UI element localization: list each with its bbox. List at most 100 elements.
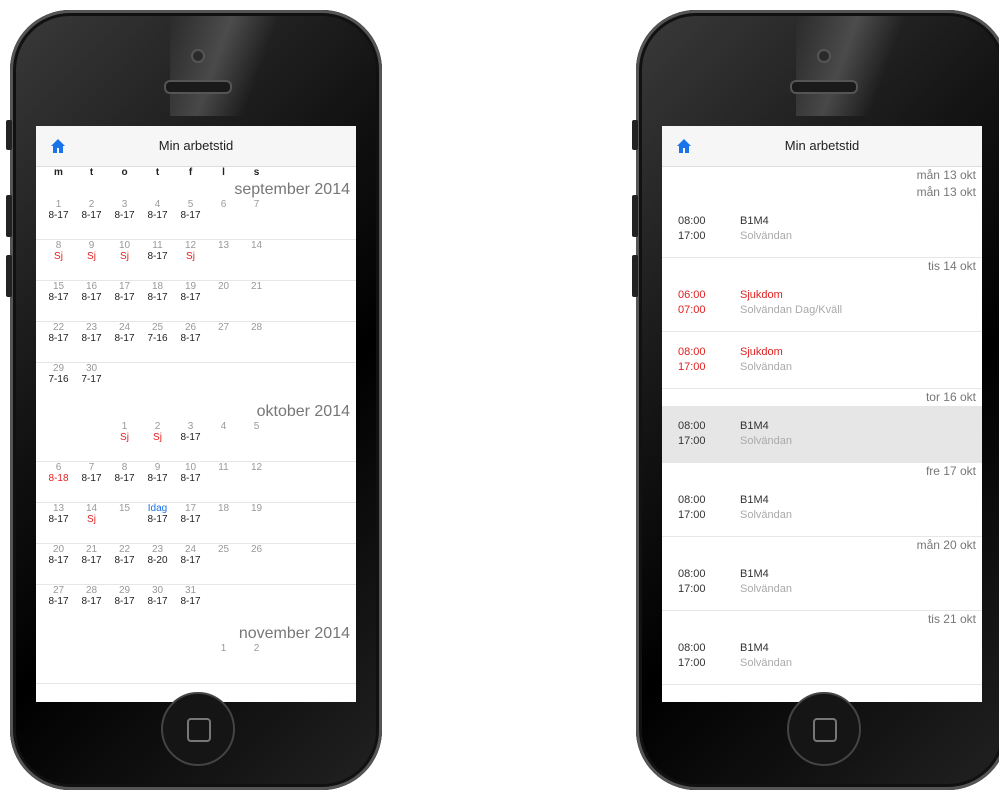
day-number: 19	[250, 503, 263, 514]
calendar-day[interactable]: 1 Sj	[108, 421, 141, 461]
calendar-day[interactable]: 19 8-17	[174, 281, 207, 321]
day-shift: 8-17	[147, 514, 168, 525]
calendar-day[interactable]: 3 8-17	[108, 199, 141, 239]
calendar-day[interactable]: 20 8-17	[42, 544, 75, 584]
calendar-day[interactable]: 24 8-17	[174, 544, 207, 584]
calendar-day[interactable]: 15	[108, 503, 141, 543]
calendar-day[interactable]: 6 8-18	[42, 462, 75, 502]
calendar-day[interactable]: 4 8-17	[141, 199, 174, 239]
calendar-day[interactable]: 8 8-17	[108, 462, 141, 502]
calendar-day[interactable]: 13	[207, 240, 240, 280]
shift-row[interactable]: 08:00 17:00 B1M4 Solvändan	[662, 406, 982, 463]
day-number: 17	[184, 503, 197, 514]
calendar-day[interactable]: 8 Sj	[42, 240, 75, 280]
calendar-day[interactable]: 27 8-17	[42, 585, 75, 625]
calendar-day[interactable]: 29 8-17	[108, 585, 141, 625]
calendar-day[interactable]: 26 8-17	[174, 322, 207, 362]
calendar-day[interactable]: 11 8-17	[141, 240, 174, 280]
calendar-day[interactable]: 10 Sj	[108, 240, 141, 280]
shift-row[interactable]: 08:00 17:00 B1M4 Solvändan	[662, 201, 982, 258]
day-shift: 8-17	[48, 514, 69, 525]
calendar-day[interactable]: 22 8-17	[42, 322, 75, 362]
earpiece-speaker	[164, 80, 232, 94]
silent-switch	[632, 120, 638, 150]
volume-up-button	[6, 195, 12, 237]
calendar-day[interactable]: 2	[240, 643, 273, 683]
silent-switch	[6, 120, 12, 150]
home-button[interactable]	[161, 692, 235, 766]
shift-info: B1M4 Solvändan	[740, 214, 792, 244]
shift-info: B1M4 Solvändan	[740, 493, 792, 523]
calendar-day[interactable]: 18 8-17	[141, 281, 174, 321]
shift-row[interactable]: 06:00 07:00 Sjukdom Solvändan Dag/Kväll	[662, 275, 982, 332]
calendar-day[interactable]: 1	[207, 643, 240, 683]
calendar-day[interactable]: 7	[240, 199, 273, 239]
calendar-day[interactable]: 12 Sj	[174, 240, 207, 280]
day-number: 13	[217, 240, 230, 251]
day-shift: 8-17	[114, 333, 135, 344]
calendar-day[interactable]: 14	[240, 240, 273, 280]
calendar-day[interactable]: 20	[207, 281, 240, 321]
calendar-day[interactable]: 4	[207, 421, 240, 461]
calendar-day[interactable]: 18	[207, 503, 240, 543]
shift-row[interactable]: 08:00 17:00 B1M4 Solvändan	[662, 628, 982, 685]
day-shift: 8-17	[147, 292, 168, 303]
day-number: 12	[250, 462, 263, 473]
day-number: 21	[250, 281, 263, 292]
calendar-day[interactable]: 14 Sj	[75, 503, 108, 543]
calendar-day[interactable]: 5 8-17	[174, 199, 207, 239]
calendar-day[interactable]: 11	[207, 462, 240, 502]
calendar-day[interactable]: 28 8-17	[75, 585, 108, 625]
calendar-day[interactable]: 1 8-17	[42, 199, 75, 239]
shift-row[interactable]: 08:00 17:00 Sjukdom Solvändan	[662, 332, 982, 389]
calendar-day[interactable]: 29 7-16	[42, 363, 75, 403]
calendar-day[interactable]: 23 8-20	[141, 544, 174, 584]
calendar-day[interactable]: 12	[240, 462, 273, 502]
day-shift: 8-17	[180, 596, 201, 607]
calendar-day[interactable]: 21	[240, 281, 273, 321]
calendar-day[interactable]: 19	[240, 503, 273, 543]
calendar-day[interactable]: 27	[207, 322, 240, 362]
calendar-day[interactable]: 6	[207, 199, 240, 239]
calendar-day	[75, 643, 108, 683]
calendar-day[interactable]: 13 8-17	[42, 503, 75, 543]
calendar-day[interactable]: 25 7-16	[141, 322, 174, 362]
day-number: 10	[118, 240, 131, 251]
calendar-day[interactable]: Idag 8-17	[141, 503, 174, 543]
calendar-day[interactable]: 21 8-17	[75, 544, 108, 584]
home-button[interactable]	[787, 692, 861, 766]
calendar-day[interactable]: 26	[240, 544, 273, 584]
day-number: 26	[250, 544, 263, 555]
calendar-day[interactable]: 24 8-17	[108, 322, 141, 362]
shift-row[interactable]: 08:00 17:00 B1M4 Solvändan	[662, 554, 982, 611]
calendar-day[interactable]: 2 8-17	[75, 199, 108, 239]
shift-end: 17:00	[678, 230, 706, 242]
calendar-day[interactable]: 15 8-17	[42, 281, 75, 321]
calendar-day[interactable]: 23 8-17	[75, 322, 108, 362]
day-shift: 8-17	[81, 292, 102, 303]
shift-times: 08:00 17:00	[662, 419, 740, 449]
calendar-day[interactable]: 10 8-17	[174, 462, 207, 502]
calendar-day[interactable]: 9 Sj	[75, 240, 108, 280]
day-shift: 8-17	[114, 596, 135, 607]
calendar-day[interactable]: 9 8-17	[141, 462, 174, 502]
calendar-day[interactable]: 2 Sj	[141, 421, 174, 461]
day-shift: 7-16	[147, 333, 168, 344]
day-number: 18	[151, 281, 164, 292]
calendar-day[interactable]: 3 8-17	[174, 421, 207, 461]
day-number: 13	[52, 503, 65, 514]
calendar-day[interactable]: 31 8-17	[174, 585, 207, 625]
calendar-day[interactable]: 25	[207, 544, 240, 584]
day-number: 25	[151, 322, 164, 333]
calendar-day[interactable]: 22 8-17	[108, 544, 141, 584]
calendar-day[interactable]: 5	[240, 421, 273, 461]
calendar-day[interactable]: 28	[240, 322, 273, 362]
calendar-day[interactable]: 17 8-17	[108, 281, 141, 321]
calendar-day[interactable]: 7 8-17	[75, 462, 108, 502]
calendar-day[interactable]: 17 8-17	[174, 503, 207, 543]
calendar-day[interactable]: 30 7-17	[75, 363, 108, 403]
calendar-day[interactable]: 30 8-17	[141, 585, 174, 625]
calendar-day[interactable]: 16 8-17	[75, 281, 108, 321]
shift-code: Sjukdom	[740, 289, 783, 301]
shift-row[interactable]: 08:00 17:00 B1M4 Solvändan	[662, 480, 982, 537]
